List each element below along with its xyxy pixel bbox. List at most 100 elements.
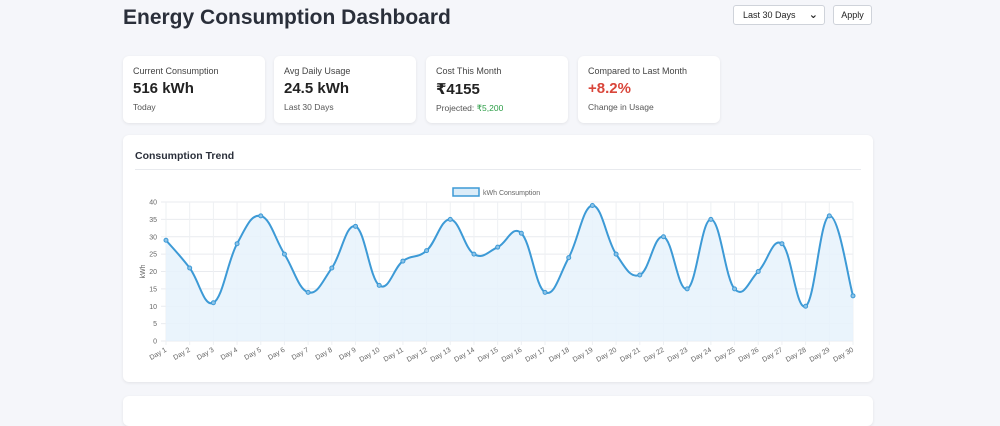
x-tick-label: Day 10 [358, 347, 381, 364]
chevron-down-icon: ⌄ [808, 8, 818, 21]
data-point [376, 282, 382, 288]
data-point [234, 241, 240, 247]
stat-sub: Change in Usage [588, 102, 654, 112]
consumption-chart: 0 5 10 15 20 25 30 35 40 Day 1 Day 2 Day 3 Day 4 Day … [140, 187, 856, 364]
stat-sub: Last 30 Days [284, 102, 334, 112]
x-tick-label: Day 6 [267, 347, 286, 362]
data-point [258, 213, 264, 219]
apply-button[interactable]: Apply [833, 5, 872, 25]
y-tick-label: 25 [149, 252, 157, 259]
x-tick-label: Day 21 [619, 347, 642, 364]
x-tick-label: Day 7 [291, 347, 310, 362]
y-tick-label: 5 [153, 321, 157, 328]
stat-label: Current Consumption [133, 66, 219, 76]
x-tick-label: Day 18 [548, 347, 571, 364]
date-range-select-value: Last 30 Days [743, 10, 796, 20]
data-point [187, 265, 193, 271]
x-tick-label: Day 17 [524, 347, 547, 364]
x-tick-label: Day 20 [595, 347, 618, 364]
stat-sub: Today [133, 102, 156, 112]
stat-card-current-consumption: Current Consumption 516 kWh Today [123, 56, 265, 123]
next-section-card [123, 396, 873, 426]
x-tick-label: Day 23 [666, 347, 689, 364]
y-tick-label: 10 [149, 304, 157, 311]
y-tick-label: 35 [149, 217, 157, 224]
x-tick-label: Day 27 [761, 347, 784, 364]
data-point [613, 251, 619, 257]
x-tick-label: Day 28 [785, 347, 808, 364]
stat-value: +8.2% [588, 80, 631, 97]
x-tick-label: Day 11 [383, 347, 405, 364]
data-point [210, 300, 216, 306]
data-point [400, 258, 406, 264]
data-point [518, 230, 524, 236]
x-tick-label: Day 13 [430, 347, 453, 364]
data-point [850, 293, 856, 299]
x-tick-label: Day 30 [832, 347, 855, 364]
data-point [353, 223, 359, 229]
projected-value: ₹5,200 [476, 103, 504, 113]
data-point [542, 289, 548, 295]
data-point [281, 251, 287, 257]
stat-value: ₹4155 [436, 81, 480, 98]
y-tick-label: 15 [149, 286, 157, 293]
x-tick-label: Day 14 [453, 347, 476, 364]
x-tick-label: Day 2 [172, 347, 191, 362]
x-tick-label: Day 22 [643, 347, 666, 364]
data-point [637, 272, 643, 278]
date-range-controls: Last 30 Days ⌄ Apply [733, 5, 872, 25]
x-tick-label: Day 12 [406, 347, 429, 364]
data-point [424, 248, 430, 254]
x-tick-label: Day 5 [243, 347, 262, 362]
y-axis-label: kWh [140, 264, 147, 278]
x-tick-label: Day 26 [738, 347, 761, 364]
x-tick-label: Day 3 [196, 347, 215, 362]
data-point [684, 286, 690, 292]
data-point [305, 289, 311, 295]
data-point [163, 237, 169, 243]
stat-label: Avg Daily Usage [284, 66, 351, 76]
y-tick-label: 0 [153, 339, 157, 346]
legend-label: kWh Consumption [483, 190, 540, 197]
consumption-trend-card: Consumption Trend 0 5 10 15 20 25 30 35 40 Day 1D… [123, 135, 873, 382]
data-point [803, 303, 809, 309]
stat-card-compared-last-month: Compared to Last Month +8.2% Change in U… [578, 56, 720, 123]
x-tick-label: Day 25 [714, 347, 737, 364]
stat-label: Cost This Month [436, 66, 502, 76]
projected-label: Projected: [436, 103, 477, 113]
series-area-fill [166, 205, 853, 341]
data-point [755, 269, 761, 274]
stat-card-cost-this-month: Cost This Month ₹4155 Projected: ₹5,200 [426, 56, 568, 123]
data-point [495, 244, 501, 250]
data-point [447, 216, 453, 222]
y-tick-label: 20 [149, 269, 157, 276]
data-point [589, 202, 595, 208]
y-tick-label: 30 [149, 234, 157, 241]
data-point [471, 251, 477, 257]
data-point [779, 241, 785, 247]
x-tick-label: Day 9 [338, 347, 357, 362]
data-point [566, 255, 572, 261]
data-point [732, 286, 738, 292]
stat-sub: Projected: ₹5,200 [436, 103, 558, 114]
x-tick-label: Day 29 [809, 347, 832, 364]
x-tick-label: Day 15 [477, 347, 500, 364]
page-title: Energy Consumption Dashboard [123, 6, 451, 29]
stat-label: Compared to Last Month [588, 66, 688, 76]
data-point [329, 265, 335, 271]
date-range-select[interactable]: Last 30 Days ⌄ [733, 5, 825, 25]
stat-value: 24.5 kWh [284, 80, 350, 97]
stat-card-avg-daily-usage: Avg Daily Usage 24.5 kWh Last 30 Days [274, 56, 416, 123]
stat-value: 516 kWh [133, 80, 194, 97]
x-tick-label: Day 8 [314, 347, 333, 362]
x-tick-label: Day 24 [690, 347, 713, 364]
data-point [708, 216, 714, 222]
data-point [826, 213, 832, 219]
data-point [660, 234, 666, 240]
x-tick-label: Day 4 [220, 347, 239, 362]
x-tick-label: Day 16 [501, 347, 524, 364]
y-tick-label: 40 [149, 200, 157, 207]
x-tick-label: Day 19 [572, 347, 595, 364]
legend-swatch [452, 187, 480, 197]
x-tick-label: Day 1 [149, 347, 168, 362]
